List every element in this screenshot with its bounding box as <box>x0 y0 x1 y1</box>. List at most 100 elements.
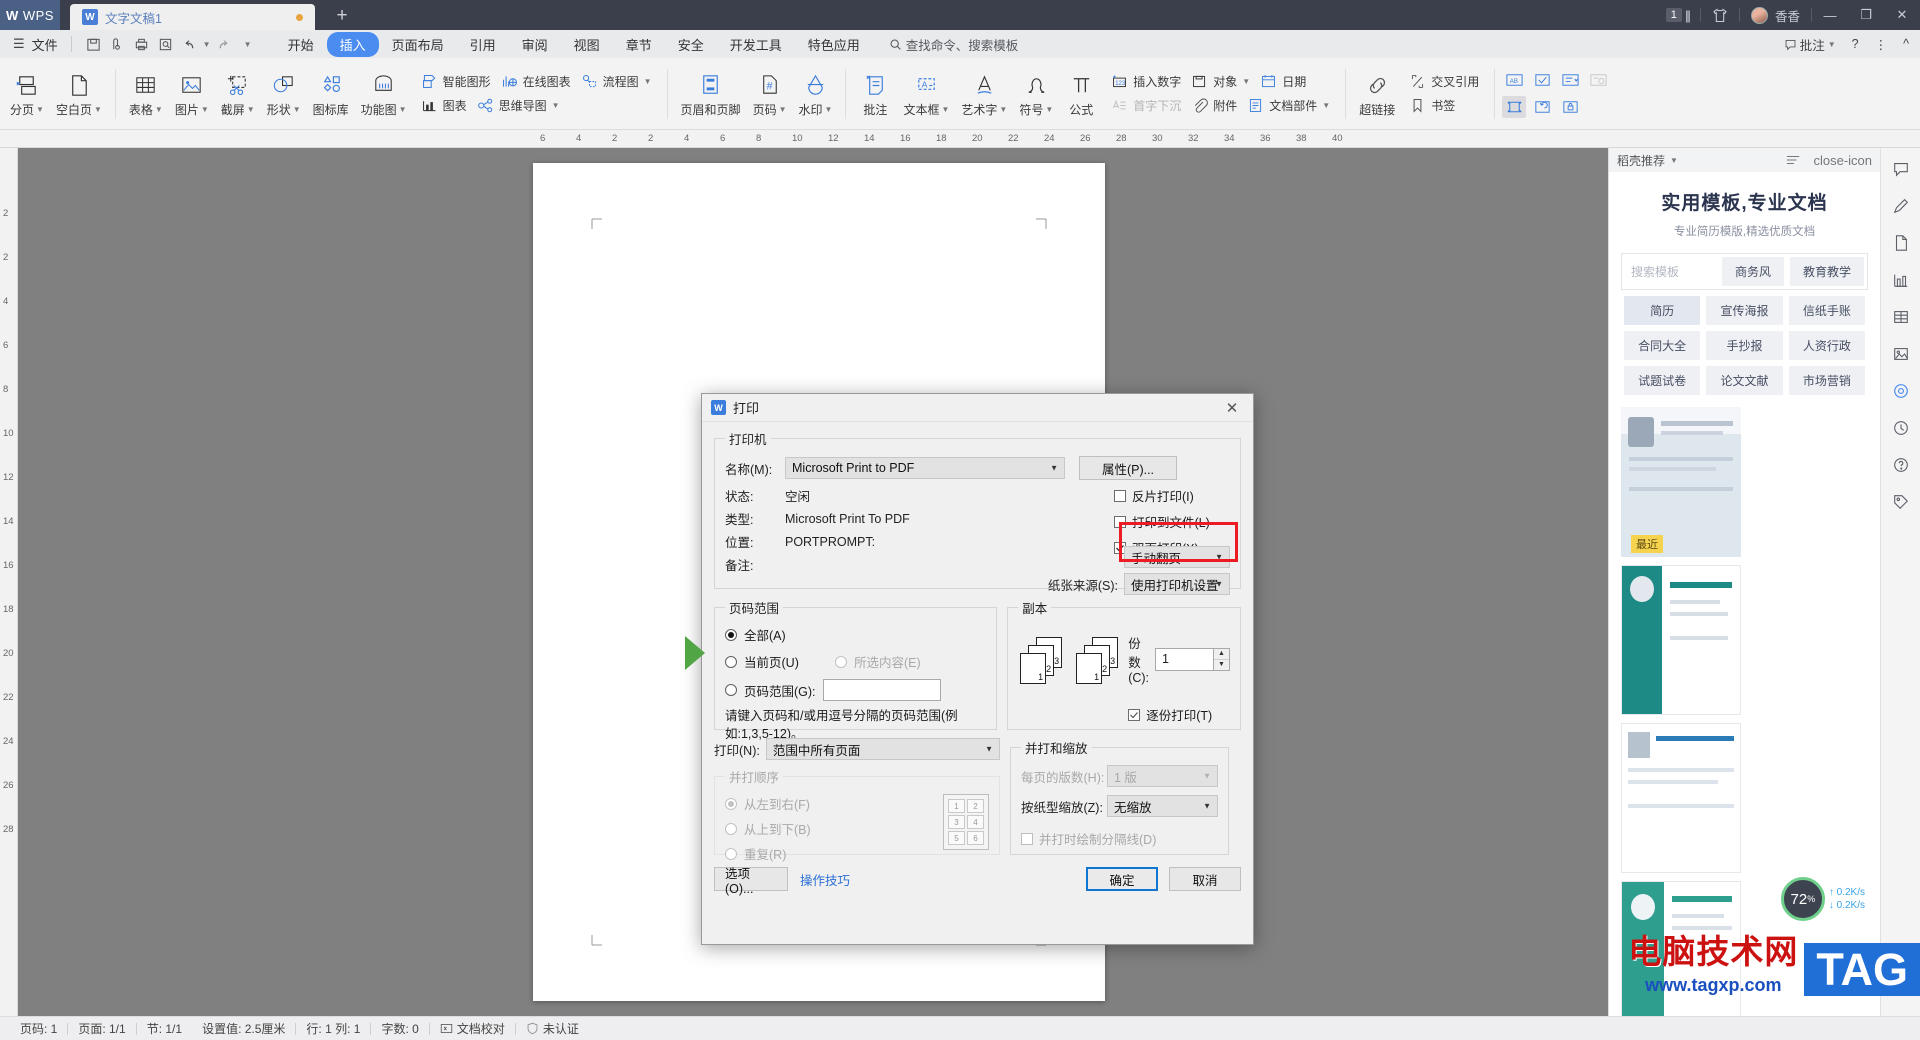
tab-security[interactable]: 安全 <box>665 32 717 57</box>
template-chip-business[interactable]: 商务风 <box>1721 257 1784 286</box>
stepper-down-icon[interactable]: ▼ <box>1214 659 1229 670</box>
hamburger-icon[interactable]: ☰ <box>8 36 29 52</box>
chart-panel-icon[interactable] <box>1888 267 1914 293</box>
scale-select[interactable]: 无缩放 ▼ <box>1107 795 1218 817</box>
document-tab[interactable]: W 文字文稿1 <box>70 4 315 30</box>
print-to-file-checkbox[interactable]: 打印到文件(L) <box>1114 512 1230 531</box>
template-thumbnail[interactable] <box>1621 565 1741 715</box>
ribbon-button-shapes[interactable]: 形状 ▼ <box>261 62 307 126</box>
invert-print-checkbox[interactable]: 反片打印(I) <box>1114 486 1230 505</box>
tab-start[interactable]: 开始 <box>275 32 327 57</box>
document-canvas[interactable]: 稻壳推荐 ▼ close-icon 实用模板,专业文档 专业简历模版,精选优质文… <box>18 148 1920 1016</box>
page-count-badge-wrap[interactable]: 1 ||| <box>1655 0 1700 30</box>
print-icon[interactable] <box>131 33 153 55</box>
ribbon-button-online-chart[interactable]: 在线图表 <box>496 71 576 92</box>
ribbon-button-insert-number[interactable]: 123 插入数字 <box>1106 71 1186 92</box>
redo-icon[interactable] <box>213 33 235 55</box>
stepper-up-icon[interactable]: ▲ <box>1214 648 1229 660</box>
ribbon-button-smartart[interactable]: 智能图形 <box>416 71 496 92</box>
ribbon-button-attachment[interactable]: 附件 <box>1186 95 1242 116</box>
undo-icon[interactable] <box>179 33 201 55</box>
copies-count-stepper[interactable]: 1 ▲ ▼ <box>1155 647 1230 671</box>
ribbon-button-symbol[interactable]: 符号 ▼ <box>1013 62 1059 126</box>
table-panel-icon[interactable] <box>1888 304 1914 330</box>
save-icon[interactable] <box>83 33 105 55</box>
save-as-icon[interactable] <box>107 33 129 55</box>
page-range-custom-radio[interactable]: 页码范围(G): <box>725 681 816 700</box>
undo-dropdown-icon[interactable]: ▼ <box>203 40 211 49</box>
print-preview-icon[interactable] <box>155 33 177 55</box>
template-chip-papers[interactable]: 论文文献 <box>1706 366 1783 395</box>
template-thumbnail[interactable]: 最近 <box>1621 407 1741 557</box>
feedback-icon[interactable] <box>1888 156 1914 182</box>
print-dialog[interactable]: W 打印 ✕ 打印机 名称(M): Microsoft Print to PDF… <box>685 393 1254 945</box>
ribbon-button-textbox[interactable]: A 文本框 ▼ <box>897 62 955 126</box>
file-menu[interactable]: 文件 <box>29 35 66 54</box>
print-cancel-button[interactable]: 取消 <box>1169 867 1241 891</box>
print-options-button[interactable]: 选项(O)... <box>714 867 788 896</box>
tab-view[interactable]: 视图 <box>561 32 613 57</box>
template-chip-contracts[interactable]: 合同大全 <box>1624 331 1701 360</box>
ribbon-button-mindmap[interactable]: 思维导图 ▼ <box>472 95 565 116</box>
collapse-ribbon-icon[interactable]: ^ <box>1896 37 1916 51</box>
print-tips-link[interactable]: 操作技巧 <box>800 870 850 889</box>
pen-icon[interactable] <box>1888 193 1914 219</box>
print-what-select[interactable]: 范围中所有页面 ▼ <box>765 738 1000 760</box>
copies-count-value[interactable]: 1 <box>1155 647 1213 671</box>
template-search-input[interactable]: 搜索模板 <box>1622 257 1719 286</box>
ribbon-button-header-footer[interactable]: 页眉和页脚 <box>675 62 747 126</box>
template-chip-handwritten[interactable]: 手抄报 <box>1706 331 1783 360</box>
ribbon-button-screenshot[interactable]: 截屏 ▼ <box>215 62 261 126</box>
history-icon[interactable] <box>1888 415 1914 441</box>
stepper-buttons[interactable]: ▲ ▼ <box>1213 647 1230 671</box>
ribbon-button-hyperlink[interactable]: 超链接 <box>1353 62 1401 126</box>
chevron-down-icon[interactable]: ▼ <box>1670 156 1678 165</box>
paper-icon[interactable] <box>1888 230 1914 256</box>
customize-qat-icon[interactable]: ▼ <box>237 33 259 55</box>
ribbon-button-cross-reference[interactable]: 交叉引用 <box>1404 71 1484 92</box>
flip-mode-select[interactable]: 手动翻页 ▼ <box>1124 546 1230 568</box>
list-menu-icon[interactable] <box>1786 154 1800 166</box>
form-frame-icon[interactable] <box>1502 96 1527 118</box>
template-chip-education[interactable]: 教育教学 <box>1789 257 1864 286</box>
new-tab-button[interactable]: + <box>329 5 355 27</box>
ribbon-button-table[interactable]: 表格 ▼ <box>123 62 169 126</box>
ribbon-button-date[interactable]: 日期 <box>1255 71 1311 92</box>
skin-button[interactable] <box>1701 0 1739 30</box>
ribbon-button-object[interactable]: 对象 ▼ <box>1186 71 1255 92</box>
command-search[interactable]: 查找命令、搜索模板 <box>889 35 1018 54</box>
network-speed-badge[interactable]: 72% ↑ 0.2K/s ↓ 0.2K/s <box>1780 877 1865 921</box>
ribbon-button-flowchart[interactable]: 流程图 ▼ <box>576 71 657 92</box>
tab-developer[interactable]: 开发工具 <box>717 32 795 57</box>
printer-properties-button[interactable]: 属性(P)... <box>1079 456 1177 480</box>
close-icon[interactable]: close-icon <box>1805 153 1872 168</box>
help-icon[interactable] <box>1888 452 1914 478</box>
user-account[interactable]: 香香 <box>1740 0 1811 30</box>
tab-insert[interactable]: 插入 <box>326 31 379 57</box>
template-chip-marketing[interactable]: 市场营销 <box>1788 366 1865 395</box>
close-button[interactable]: ✕ <box>1884 0 1920 30</box>
ribbon-button-blank-page[interactable]: 空白页 ▼ <box>50 62 108 126</box>
text-field-icon[interactable]: AB <box>1502 69 1526 91</box>
template-chip-hr[interactable]: 人资行政 <box>1788 331 1865 360</box>
ribbon-button-function-chart[interactable]: 功能图 ▼ <box>355 62 413 126</box>
ribbon-button-icon-library[interactable]: 图标库 <box>307 62 355 126</box>
ribbon-button-picture[interactable]: 图片 ▼ <box>169 62 215 126</box>
page-range-input[interactable] <box>822 679 941 701</box>
ribbon-button-page-break[interactable]: 分页 ▼ <box>4 62 50 126</box>
comment-menu-button[interactable]: 批注 ▼ <box>1777 35 1843 54</box>
ribbon-button-comment[interactable]: 批注 <box>853 62 897 126</box>
ribbon-button-wordart[interactable]: 艺术字 ▼ <box>955 62 1013 126</box>
protect-form-icon[interactable] <box>1558 96 1582 118</box>
template-chip-stationery[interactable]: 信纸手账 <box>1788 296 1865 325</box>
tag-icon[interactable] <box>1888 489 1914 515</box>
page-range-all-radio[interactable]: 全部(A) <box>725 625 986 644</box>
dropdown-field-icon[interactable] <box>1558 69 1582 91</box>
print-dialog-close-button[interactable]: ✕ <box>1217 395 1247 421</box>
print-ok-button[interactable]: 确定 <box>1086 867 1158 891</box>
tab-review[interactable]: 审阅 <box>509 32 561 57</box>
page-range-current-radio[interactable]: 当前页(U) <box>725 652 835 671</box>
ribbon-button-chart[interactable]: 图表 <box>416 95 472 116</box>
ribbon-button-bookmark[interactable]: 书签 <box>1404 95 1484 116</box>
reset-form-icon[interactable] <box>1530 96 1554 118</box>
